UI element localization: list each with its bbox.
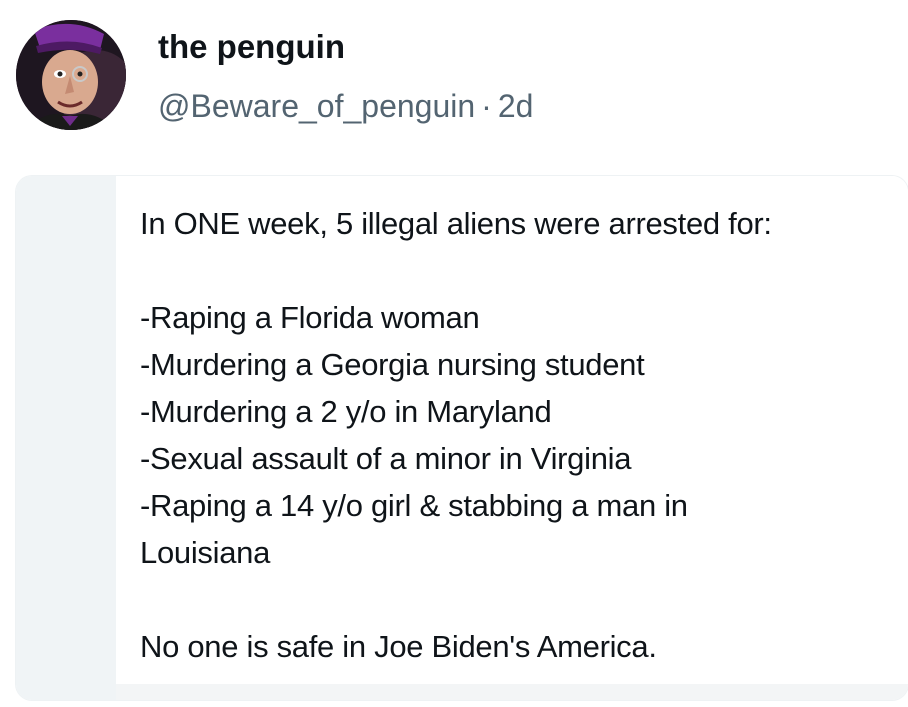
post-text-line: -Raping a 14 y/o girl & stabbing a man i… (140, 488, 688, 523)
post-text-line: Louisiana (140, 535, 271, 570)
post-text-line: -Murdering a 2 y/o in Maryland (140, 394, 552, 429)
card-media-strip (16, 176, 116, 700)
author-meta-line: @Beware_of_penguin · 2d (158, 86, 533, 126)
post-text: In ONE week, 5 illegal aliens were arres… (140, 200, 880, 670)
post-header: the penguin @Beware_of_penguin · 2d (0, 0, 908, 160)
author-display-name[interactable]: the penguin (158, 27, 345, 67)
post-text-blank (140, 576, 880, 623)
author-handle[interactable]: @Beware_of_penguin (158, 88, 475, 124)
post-text-line: No one is safe in Joe Biden's America. (140, 629, 657, 664)
post-text-line: -Sexual assault of a minor in Virginia (140, 441, 632, 476)
meta-separator: · (481, 88, 492, 124)
post-text-line: -Murdering a Georgia nursing student (140, 347, 645, 382)
penguin-villain-avatar-icon (16, 20, 126, 130)
avatar[interactable] (16, 20, 126, 130)
post-timestamp[interactable]: 2d (498, 88, 534, 124)
post-text-line: In ONE week, 5 illegal aliens were arres… (140, 206, 772, 241)
card-footer-strip (116, 684, 908, 700)
post-text-blank (140, 247, 880, 294)
post-text-line: -Raping a Florida woman (140, 300, 480, 335)
